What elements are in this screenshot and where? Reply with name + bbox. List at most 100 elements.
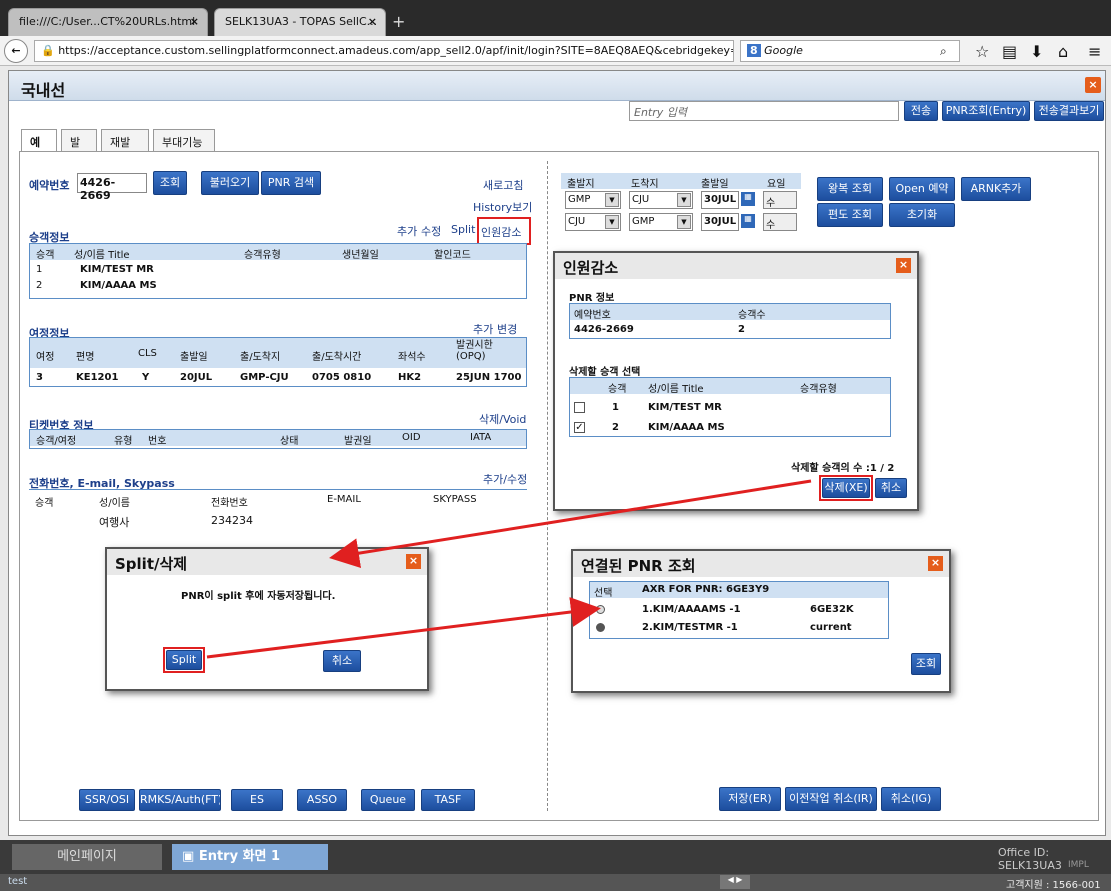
col-header: 출/도착지 bbox=[240, 352, 281, 363]
origin-select[interactable]: CJU ▼ bbox=[565, 213, 621, 231]
chevron-down-icon[interactable]: ▼ bbox=[605, 215, 619, 229]
change-link[interactable]: 변경 bbox=[497, 321, 517, 337]
chevron-down-icon[interactable]: ▼ bbox=[677, 193, 691, 207]
tab-reissue[interactable]: 재발행 bbox=[101, 129, 149, 165]
pnr-radio[interactable] bbox=[596, 605, 605, 614]
rmks-auth-button[interactable]: RMKS/Auth(FT) bbox=[139, 789, 221, 811]
table-cell: 1 bbox=[36, 264, 43, 275]
edit-link[interactable]: 수정 bbox=[421, 223, 441, 239]
entry-input[interactable]: Entry 입력 bbox=[629, 101, 899, 121]
booking-number-input[interactable]: 4426-2669 bbox=[77, 173, 147, 202]
pnr-search-button[interactable]: PNR 검색 bbox=[261, 171, 321, 195]
tab-ticketing[interactable]: 발권 bbox=[61, 129, 97, 165]
download-icon[interactable]: ⬇ bbox=[1030, 42, 1043, 61]
result-button[interactable]: 전송결과보기 bbox=[1034, 101, 1104, 121]
menu-icon[interactable]: ≡ bbox=[1088, 42, 1101, 61]
url-field[interactable]: 🔒 https://acceptance.custom.sellingplatf… bbox=[34, 40, 734, 62]
pax-checkbox-checked[interactable]: ✓ bbox=[574, 422, 585, 433]
calendar-icon[interactable]: ▦ bbox=[741, 214, 755, 228]
cancel-button[interactable]: 취소 bbox=[323, 650, 361, 672]
add-link[interactable]: 추가 bbox=[473, 321, 493, 337]
search-field[interactable]: 8 Google bbox=[740, 40, 960, 62]
close-icon[interactable]: × bbox=[190, 15, 199, 28]
add-edit-link[interactable]: 추가/수정 bbox=[483, 471, 527, 487]
browser-tab-file[interactable]: file:///C:/User...CT%20URLs.html × bbox=[8, 8, 208, 36]
reading-list-icon[interactable]: ▤ bbox=[1002, 42, 1017, 61]
split-button[interactable]: Split bbox=[166, 650, 202, 670]
star-icon[interactable]: ☆ bbox=[975, 42, 989, 61]
split-link[interactable]: Split bbox=[451, 223, 475, 236]
roundtrip-search-button[interactable]: 왕복 조회 bbox=[817, 177, 883, 201]
table-cell: HK2 bbox=[398, 372, 422, 383]
col-header: 할인코드 bbox=[434, 250, 471, 261]
table-cell: current bbox=[810, 622, 852, 633]
open-booking-button[interactable]: Open 예약 bbox=[889, 177, 955, 201]
panel-divider bbox=[547, 161, 548, 811]
table-cell: 0705 0810 bbox=[312, 372, 372, 383]
entry-screen-tab[interactable]: ▣ Entry 화면 1 bbox=[172, 844, 328, 870]
table-cell: GMP-CJU bbox=[240, 372, 289, 383]
browser-tab-bar: file:///C:/User...CT%20URLs.html × SELK13… bbox=[0, 0, 1111, 36]
history-link[interactable]: History보기 bbox=[473, 199, 532, 215]
close-icon[interactable]: × bbox=[896, 258, 911, 273]
reduce-pax-link[interactable]: 인원감소 bbox=[481, 224, 521, 240]
destination-select[interactable]: CJU ▼ bbox=[629, 191, 693, 209]
table-cell: 1.KIM/AAAAMS -1 bbox=[642, 604, 741, 615]
close-icon[interactable]: × bbox=[928, 556, 943, 571]
tasf-button[interactable]: TASF bbox=[421, 789, 475, 811]
table-cell: 여행사 bbox=[99, 516, 130, 529]
back-arrow-icon[interactable]: ← bbox=[4, 39, 28, 63]
status-bar: test ◀ ▶ 고객지원 : 1566-001 bbox=[0, 874, 1111, 891]
date-input[interactable]: 30JUL bbox=[701, 191, 739, 209]
scroll-arrows-icon[interactable]: ◀ ▶ bbox=[720, 875, 750, 889]
search-button[interactable]: 조회 bbox=[911, 653, 941, 675]
arnk-add-button[interactable]: ARNK추가 bbox=[961, 177, 1031, 201]
load-button[interactable]: 불러오기 bbox=[201, 171, 259, 195]
date-input[interactable]: 30JUL bbox=[701, 213, 739, 231]
col-header: 승객 bbox=[608, 384, 627, 395]
refresh-link[interactable]: 새로고침 bbox=[483, 177, 523, 193]
asso-button[interactable]: ASSO bbox=[297, 789, 347, 811]
reset-button[interactable]: 초기화 bbox=[889, 203, 955, 227]
search-button[interactable]: 조회 bbox=[153, 171, 187, 195]
save-er-button[interactable]: 저장(ER) bbox=[719, 787, 781, 811]
pnr-radio-selected[interactable] bbox=[596, 623, 605, 632]
tab-ancillary[interactable]: 부대기능 bbox=[153, 129, 215, 151]
calendar-icon[interactable]: ▦ bbox=[741, 192, 755, 206]
col-header: 출발일 bbox=[180, 352, 208, 363]
chevron-down-icon[interactable]: ▼ bbox=[677, 215, 691, 229]
delete-xe-button[interactable]: 삭제(XE) bbox=[822, 478, 870, 498]
pax-checkbox[interactable] bbox=[574, 402, 585, 413]
send-button[interactable]: 전송 bbox=[904, 101, 938, 121]
undo-ir-button[interactable]: 이전작업 취소(IR) bbox=[785, 787, 877, 811]
col-header: 성/이름 Title bbox=[648, 384, 704, 395]
tab-booking[interactable]: 예약 bbox=[21, 129, 57, 165]
close-icon[interactable]: × bbox=[1085, 77, 1101, 93]
col-header: OID bbox=[402, 432, 421, 443]
add-link[interactable]: 추가 bbox=[397, 223, 417, 239]
new-tab-icon[interactable]: + bbox=[392, 12, 405, 31]
chevron-down-icon[interactable]: ▼ bbox=[605, 193, 619, 207]
magnifier-icon[interactable]: ⌕ bbox=[940, 44, 947, 59]
col-header: 유형 bbox=[114, 436, 133, 447]
cancel-ig-button[interactable]: 취소(IG) bbox=[881, 787, 941, 811]
delete-void-link[interactable]: 삭제/Void bbox=[479, 411, 526, 427]
col-header: 발권시한 (OPQ) bbox=[456, 340, 493, 362]
linked-pnr-table: 선택 AXR FOR PNR: 6GE3Y9 1.KIM/AAAAMS -1 6… bbox=[589, 581, 889, 639]
origin-select[interactable]: GMP ▼ bbox=[565, 191, 621, 209]
select-value: CJU bbox=[632, 194, 650, 205]
close-icon[interactable]: × bbox=[368, 15, 377, 28]
oneway-search-button[interactable]: 편도 조회 bbox=[817, 203, 883, 227]
browser-tab-topas[interactable]: SELK13UA3 - TOPAS SellC... × bbox=[214, 8, 386, 36]
col-header: 성/이름 bbox=[99, 498, 130, 509]
ssr-osi-button[interactable]: SSR/OSI bbox=[79, 789, 135, 811]
main-page-tab[interactable]: 메인페이지 bbox=[12, 844, 162, 870]
close-icon[interactable]: × bbox=[406, 554, 421, 569]
pnr-entry-button[interactable]: PNR조회(Entry) bbox=[942, 101, 1030, 121]
col-header: 승객 bbox=[35, 498, 54, 509]
es-button[interactable]: ES bbox=[231, 789, 283, 811]
destination-select[interactable]: GMP ▼ bbox=[629, 213, 693, 231]
cancel-button[interactable]: 취소 bbox=[875, 478, 907, 498]
queue-button[interactable]: Queue bbox=[361, 789, 415, 811]
home-icon[interactable]: ⌂ bbox=[1058, 42, 1068, 61]
